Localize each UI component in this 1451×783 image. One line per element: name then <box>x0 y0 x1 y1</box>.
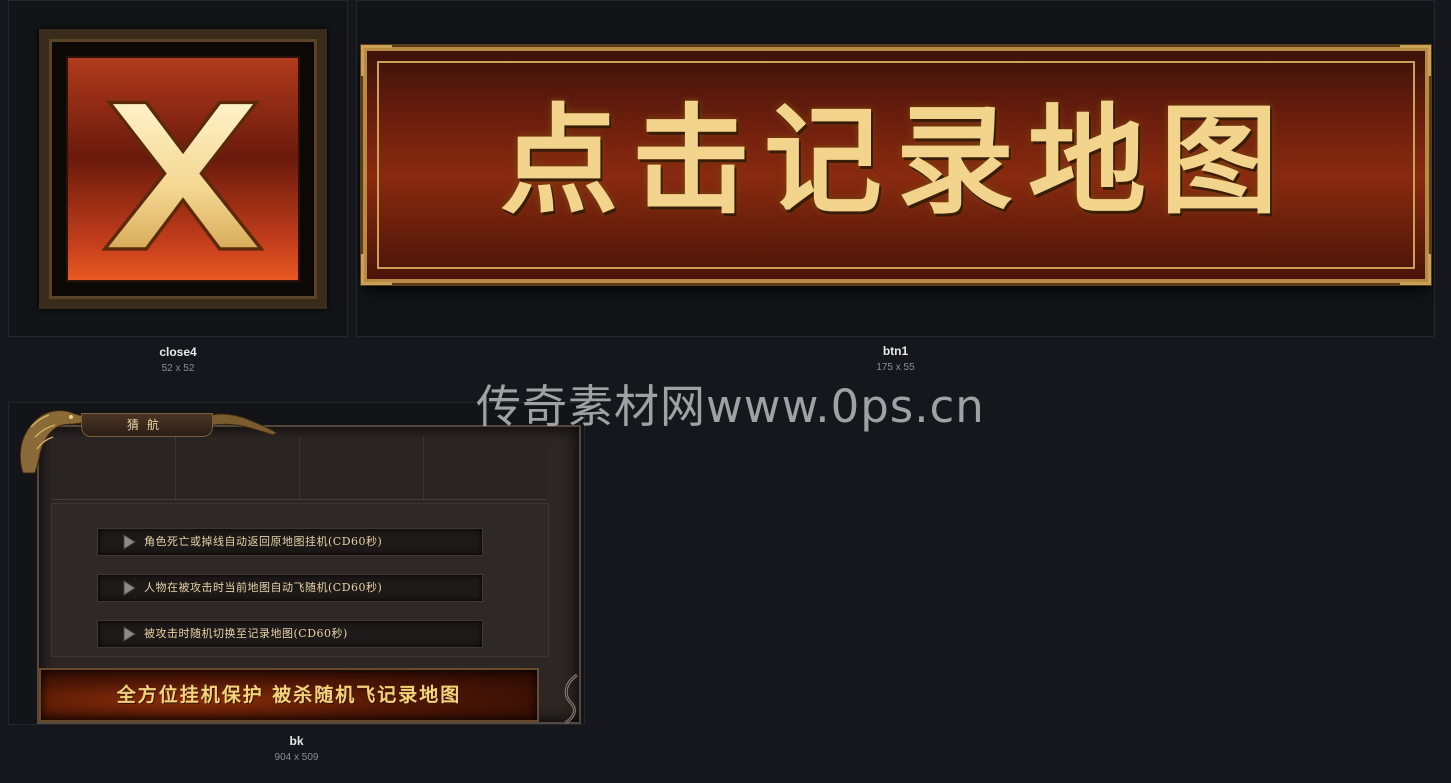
asset-name: btn1 <box>882 344 909 358</box>
option-row-1[interactable]: 角色死亡或掉线自动返回原地图挂机(CD60秒) <box>97 528 483 556</box>
asset-caption-btn1: btn1 175 x 55 <box>356 344 1435 373</box>
dragon-ornament-icon <box>19 410 86 474</box>
play-arrow-icon <box>123 534 136 550</box>
option-row-3[interactable]: 被攻击时随机切换至记录地图(CD60秒) <box>97 620 483 648</box>
option-label: 人物在被攻击时当前地图自动飞随机(CD60秒) <box>144 581 383 594</box>
option-row-2[interactable]: 人物在被攻击时当前地图自动飞随机(CD60秒) <box>97 574 483 602</box>
hook-ornament-icon <box>564 673 578 724</box>
option-label: 被攻击时随机切换至记录地图(CD60秒) <box>144 627 348 640</box>
tab-title-label: 猜航 <box>126 418 167 432</box>
asset-size: 904 x 509 <box>274 752 319 763</box>
asset-caption-close4: close4 52 x 52 <box>8 345 348 374</box>
record-map-button-label: 点击记录地图 <box>499 91 1292 230</box>
play-arrow-icon <box>123 626 136 642</box>
asset-name: close4 <box>159 345 197 359</box>
watermark-text: 传奇素材网www.0ps.cn <box>476 380 985 433</box>
close-button-preview <box>39 29 327 309</box>
asset-caption-bk: bk 904 x 509 <box>8 734 585 763</box>
record-map-button-preview: 点击记录地图 <box>361 45 1431 285</box>
close-x-icon <box>101 100 265 251</box>
asset-tile-bk[interactable]: 猜航 角色死亡或掉线自动返回原地图挂机(CD60秒) 人物在被攻击时当前地图自动… <box>8 402 585 725</box>
asset-size: 52 x 52 <box>161 363 195 374</box>
asset-tile-btn1[interactable]: 点击记录地图 <box>356 0 1435 337</box>
asset-tile-close4[interactable] <box>8 0 348 337</box>
protection-banner: 全方位挂机保护 被杀随机飞记录地图 <box>39 668 539 722</box>
tab-title[interactable]: 猜航 <box>81 413 213 437</box>
play-arrow-icon <box>123 580 136 596</box>
bk-top-area <box>51 437 547 500</box>
protection-banner-text: 全方位挂机保护 被杀随机飞记录地图 <box>116 684 462 706</box>
asset-name: bk <box>289 734 304 748</box>
option-label: 角色死亡或掉线自动返回原地图挂机(CD60秒) <box>144 535 383 548</box>
